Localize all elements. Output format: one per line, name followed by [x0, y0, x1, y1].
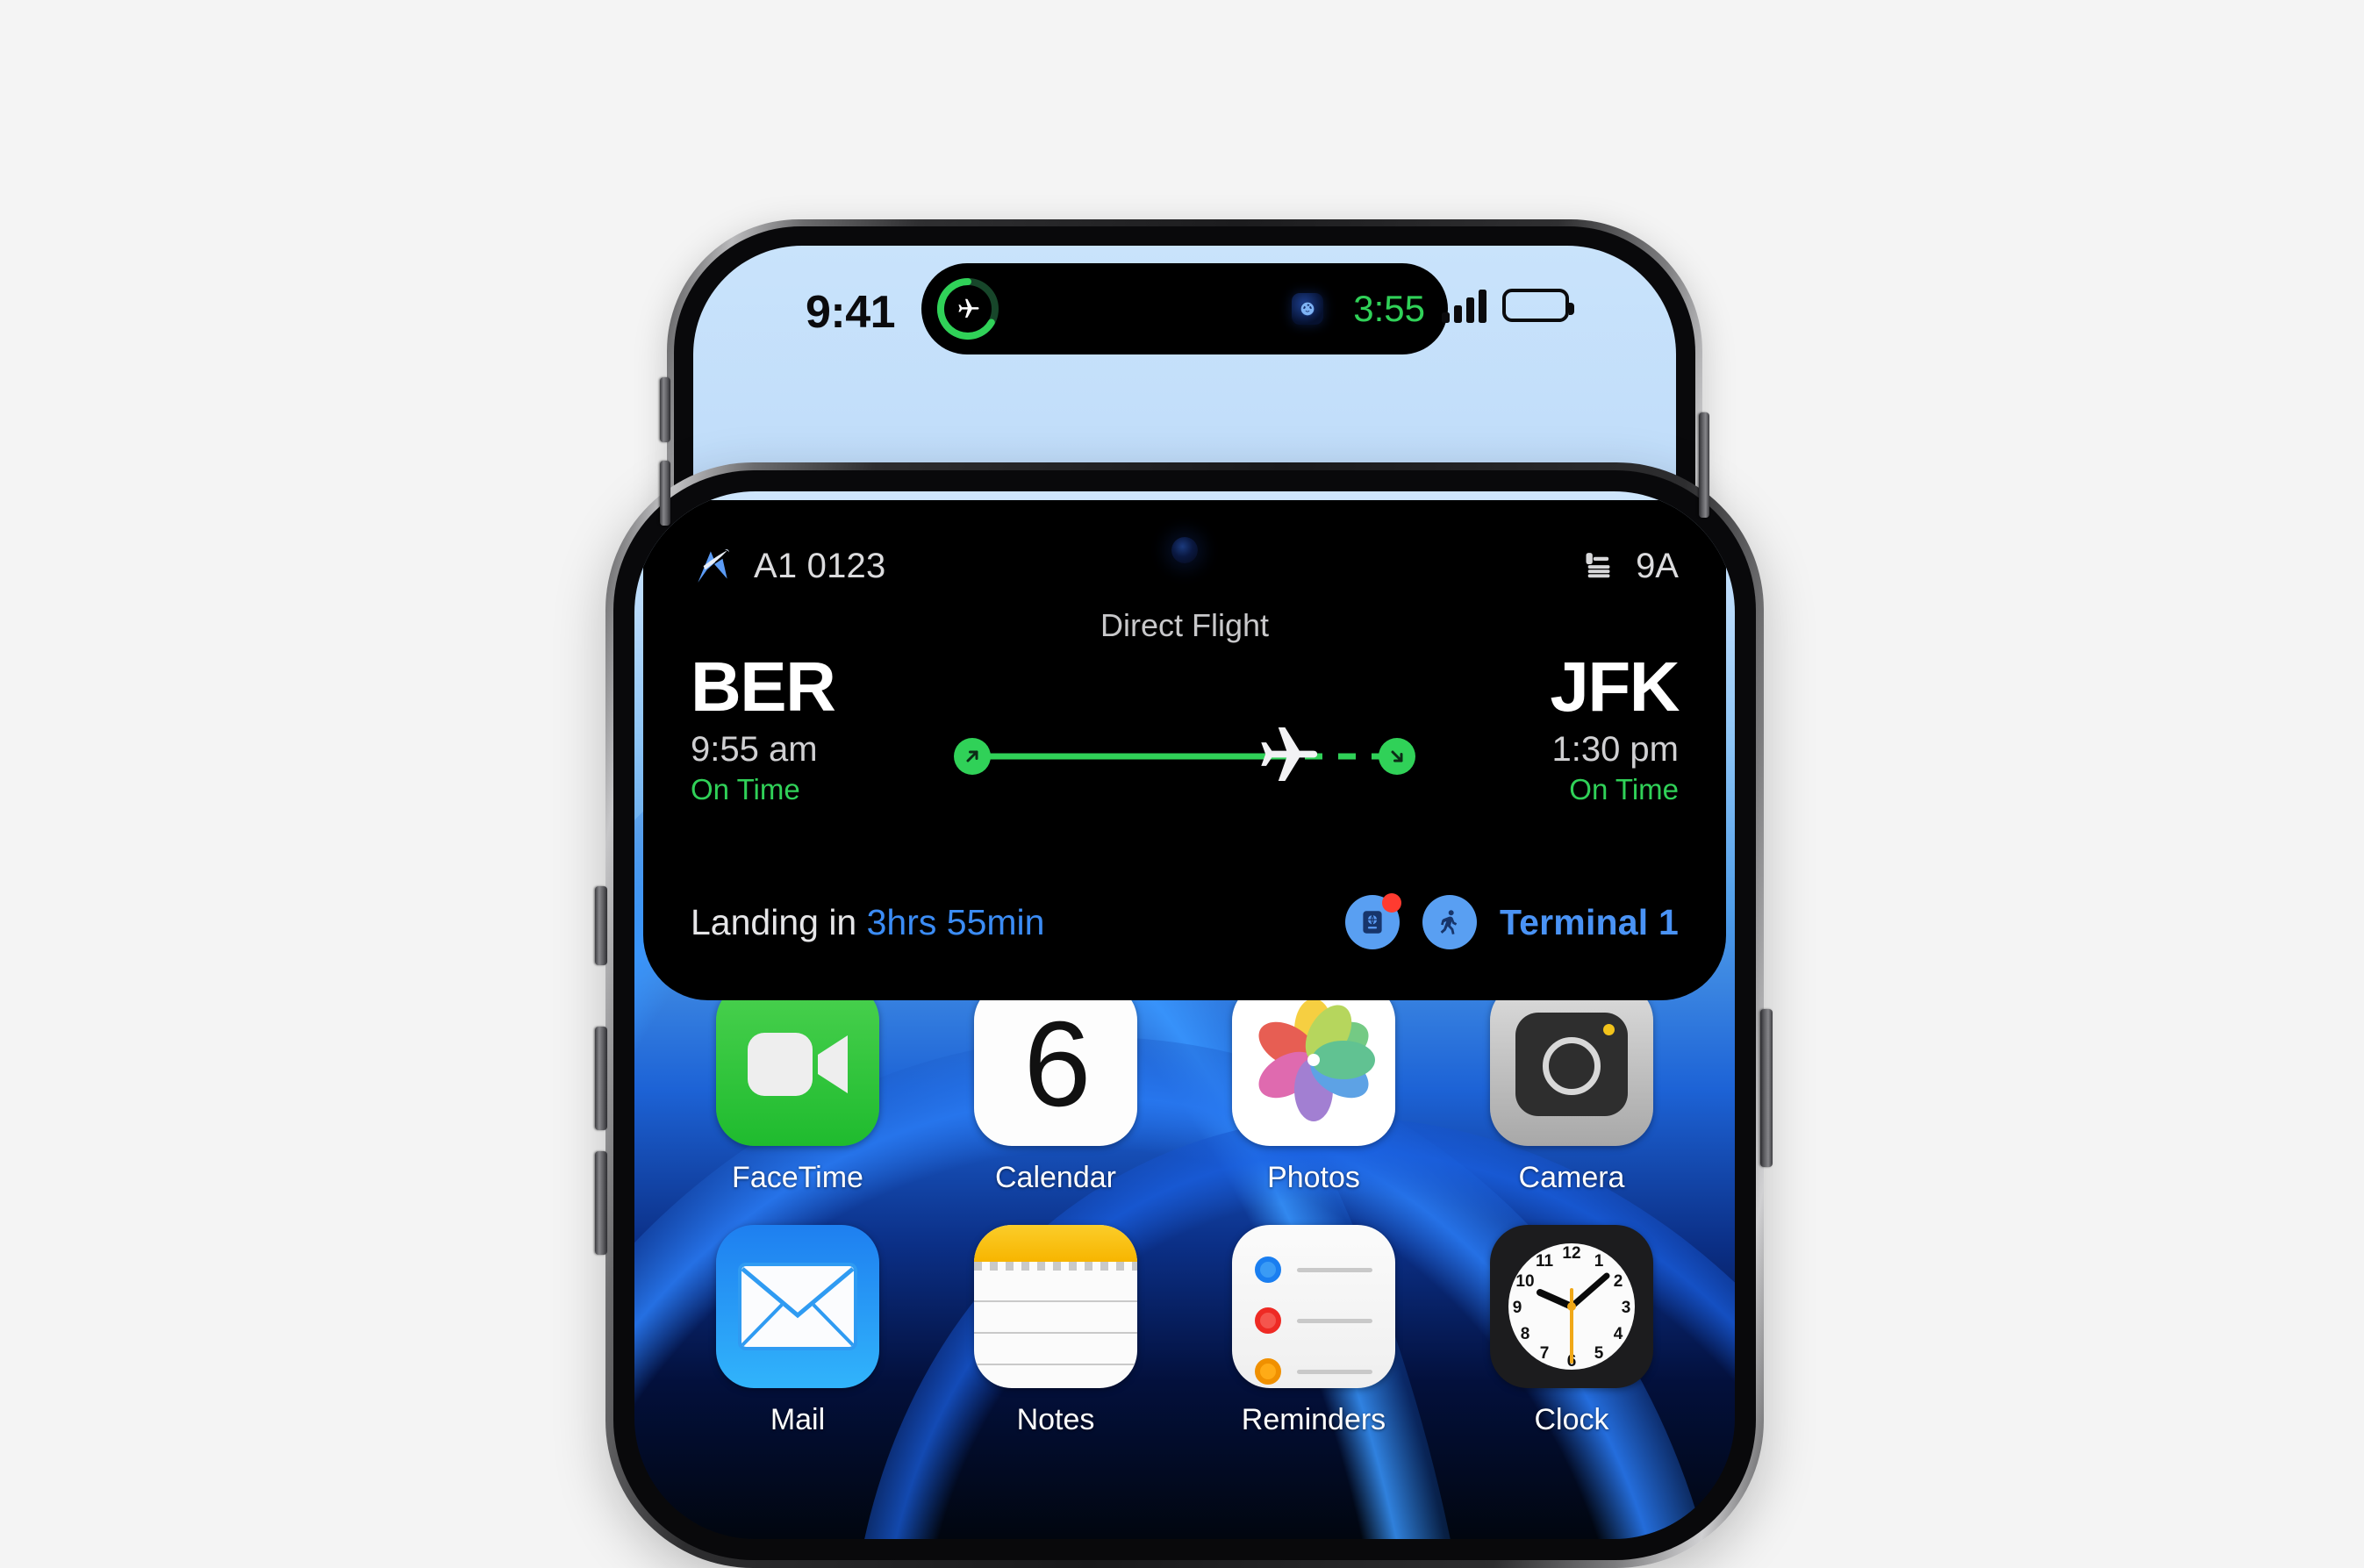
- svg-text:11: 11: [1536, 1252, 1554, 1271]
- back-phone-power-button[interactable]: [1699, 412, 1709, 518]
- app-camera[interactable]: Camera: [1484, 983, 1659, 1195]
- departure-status: On Time: [691, 773, 800, 806]
- battery-icon: [1502, 289, 1574, 322]
- airline-logo-icon: [691, 542, 734, 591]
- dynamic-island-eta: 3:55: [1353, 288, 1425, 329]
- takeoff-arrow-icon: [954, 738, 991, 775]
- landing-arrow-icon: [1379, 738, 1415, 775]
- app-label: Notes: [1016, 1403, 1095, 1436]
- back-phone-volume-up-button[interactable]: [660, 377, 670, 442]
- camera-icon[interactable]: [1490, 983, 1653, 1146]
- calendar-day-number: 6: [1023, 997, 1092, 1132]
- front-phone-volume-down-button[interactable]: [595, 1151, 607, 1255]
- app-label: Camera: [1518, 1161, 1625, 1194]
- app-label: Calendar: [995, 1161, 1116, 1194]
- airline-seat-icon: [1581, 545, 1620, 588]
- reminders-icon[interactable]: [1232, 1225, 1395, 1388]
- app-row: Mail Notes Reminders 12 1 2 3 4 5 7 8 9 …: [710, 1225, 1659, 1437]
- seat-number: 9A: [1636, 546, 1679, 585]
- app-label: Photos: [1267, 1161, 1360, 1194]
- departure-airport-code: BER: [691, 648, 836, 726]
- status-bar-clock: 9:41: [806, 287, 896, 338]
- front-phone-frame: A1 0123 9A Direct Flight BER 9:55 am On …: [605, 462, 1764, 1568]
- app-mail[interactable]: Mail: [710, 1225, 885, 1437]
- photos-icon[interactable]: [1232, 983, 1395, 1146]
- flight-number: A1 0123: [754, 546, 886, 585]
- svg-text:9: 9: [1513, 1299, 1522, 1317]
- notes-icon[interactable]: [974, 1225, 1137, 1388]
- svg-text:10: 10: [1515, 1272, 1534, 1291]
- arrival-status: On Time: [1569, 773, 1679, 806]
- app-photos[interactable]: Photos: [1226, 983, 1401, 1195]
- app-row: FaceTime 6 Calendar Photos Camera: [710, 983, 1659, 1195]
- svg-text:12: 12: [1562, 1244, 1580, 1263]
- live-activity-actions: Terminal 1: [1344, 893, 1679, 949]
- mail-icon[interactable]: [716, 1225, 879, 1388]
- app-label: Mail: [770, 1403, 826, 1436]
- arrival-time: 1:30 pm: [1551, 730, 1679, 770]
- svg-text:3: 3: [1622, 1299, 1631, 1317]
- status-bar-indicators: [1442, 288, 1574, 323]
- calendar-icon[interactable]: 6: [974, 983, 1137, 1146]
- airplane-progress-ring-icon: [935, 276, 1000, 341]
- live-activity-card[interactable]: A1 0123 9A Direct Flight BER 9:55 am On …: [643, 500, 1726, 1000]
- live-activity-footer: Landing in 3hrs 55min Terminal 1: [691, 893, 1679, 949]
- clock-icon[interactable]: 12 1 2 3 4 5 6 7 8 9: [1490, 1225, 1653, 1388]
- cellular-bars-icon: [1442, 288, 1486, 323]
- arrival-block: JFK 1:30 pm On Time: [1415, 648, 1680, 806]
- app-calendar[interactable]: 6 Calendar: [968, 983, 1143, 1195]
- walking-directions-button[interactable]: [1422, 895, 1477, 949]
- svg-text:4: 4: [1614, 1325, 1623, 1343]
- seat-indicator: 9A: [1581, 545, 1679, 588]
- flight-progress-track: [954, 704, 1415, 809]
- airplane-icon: [1254, 720, 1322, 793]
- landing-value: 3hrs 55min: [866, 901, 1045, 942]
- landing-countdown: Landing in 3hrs 55min: [691, 902, 1044, 943]
- svg-text:1: 1: [1594, 1252, 1604, 1271]
- front-phone-action-button[interactable]: [595, 886, 607, 965]
- airline-app-icon: [1292, 293, 1324, 325]
- dynamic-island[interactable]: 3:55: [921, 263, 1448, 354]
- front-phone-volume-up-button[interactable]: [595, 1027, 607, 1130]
- front-phone-screen: A1 0123 9A Direct Flight BER 9:55 am On …: [634, 491, 1735, 1539]
- app-clock[interactable]: 12 1 2 3 4 5 6 7 8 9: [1484, 1225, 1659, 1437]
- arrival-airport-code: JFK: [1550, 648, 1680, 726]
- svg-text:2: 2: [1614, 1272, 1623, 1291]
- dynamic-island-leading[interactable]: [935, 276, 1000, 341]
- flight-type-label: Direct Flight: [1100, 607, 1270, 643]
- notification-badge: [1381, 893, 1401, 913]
- terminal-label[interactable]: Terminal 1: [1500, 902, 1679, 943]
- boarding-pass-button[interactable]: [1344, 893, 1401, 949]
- dynamic-island-trailing[interactable]: 3:55: [1292, 288, 1425, 330]
- flight-route: BER 9:55 am On Time JFK 1:30 pm On Time: [691, 648, 1680, 809]
- airplane-icon: [955, 296, 981, 322]
- app-facetime[interactable]: FaceTime: [710, 983, 885, 1195]
- departure-time: 9:55 am: [691, 730, 818, 770]
- app-notes[interactable]: Notes: [968, 1225, 1143, 1437]
- facetime-icon[interactable]: [716, 983, 879, 1146]
- status-bar: 9:41 3:55: [693, 246, 1676, 377]
- app-reminders[interactable]: Reminders: [1226, 1225, 1401, 1437]
- airline-identity: A1 0123: [691, 542, 885, 591]
- app-label: Clock: [1534, 1403, 1609, 1436]
- progress-remaining-line: [1105, 753, 1386, 760]
- departure-block: BER 9:55 am On Time: [691, 648, 954, 806]
- svg-text:8: 8: [1521, 1325, 1530, 1343]
- home-screen-grid: FaceTime 6 Calendar Photos Camera Mail N…: [634, 983, 1735, 1539]
- front-camera-icon: [1171, 537, 1198, 563]
- app-label: FaceTime: [732, 1161, 863, 1194]
- front-phone-power-button[interactable]: [1760, 1009, 1773, 1167]
- svg-text:5: 5: [1594, 1344, 1604, 1363]
- front-phone-bezel: A1 0123 9A Direct Flight BER 9:55 am On …: [613, 470, 1756, 1560]
- app-label: Reminders: [1241, 1403, 1386, 1436]
- landing-prefix: Landing in: [691, 901, 867, 942]
- svg-text:7: 7: [1540, 1344, 1550, 1363]
- back-phone-volume-down-button[interactable]: [660, 461, 670, 526]
